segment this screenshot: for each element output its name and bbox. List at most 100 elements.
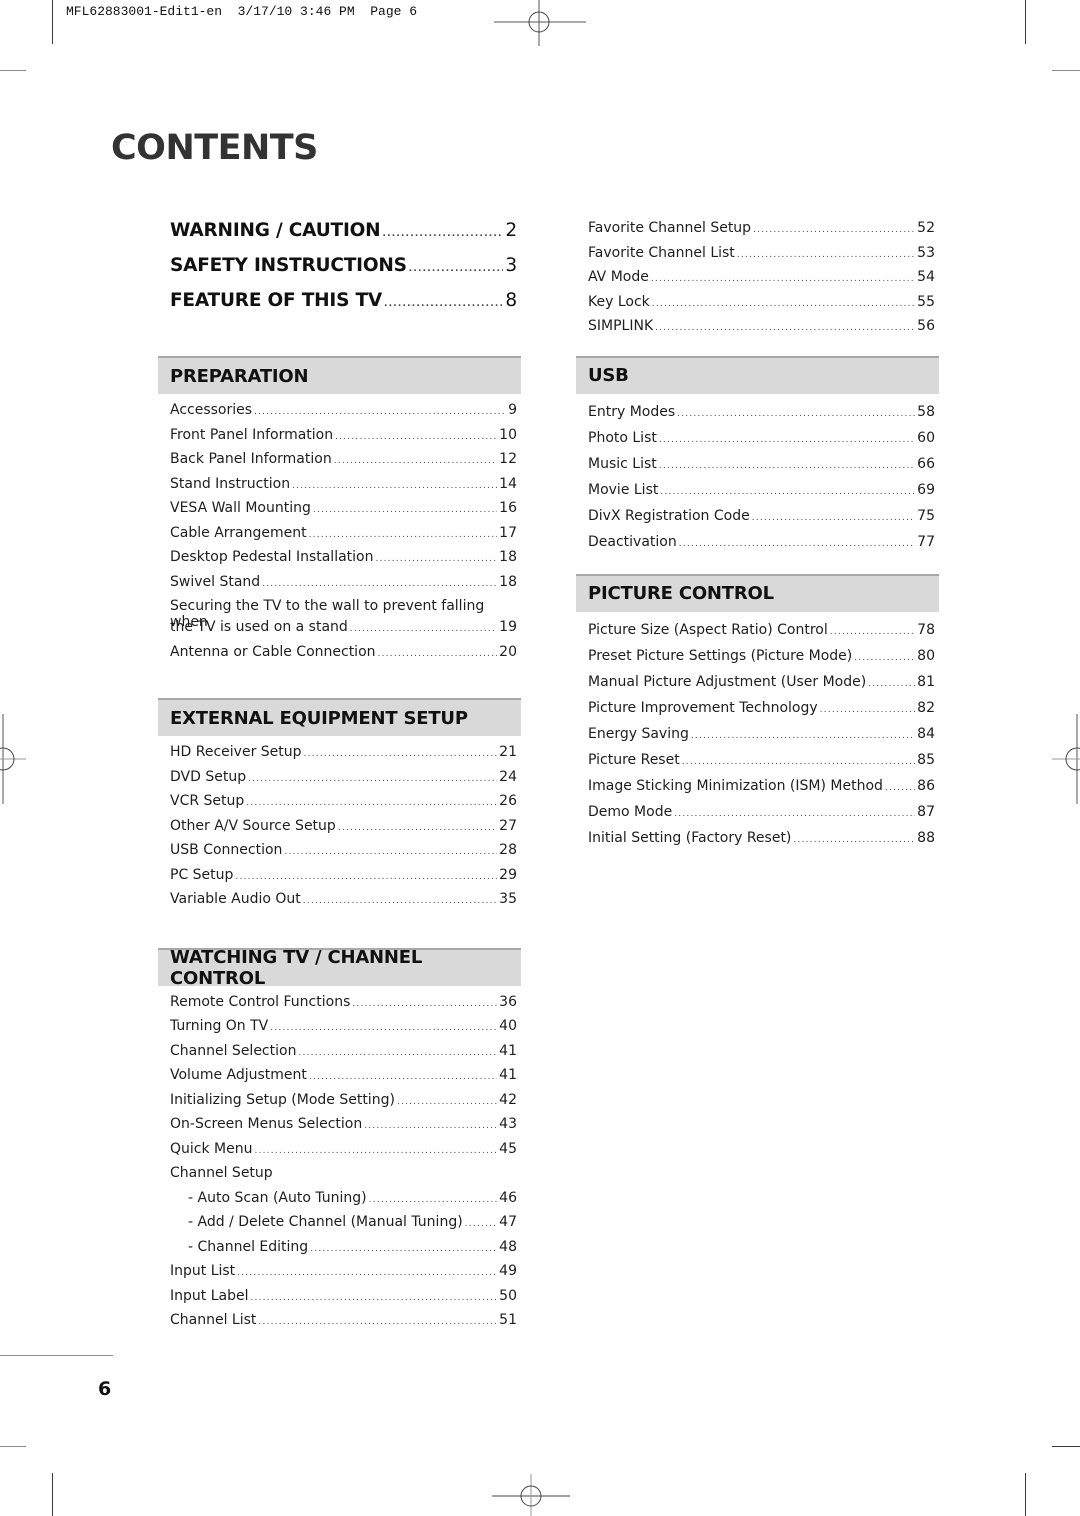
toc-entry[interactable]: DVD Setup 24 xyxy=(158,769,521,794)
toc-entry[interactable]: Accessories 9 xyxy=(158,402,521,427)
toc-entry[interactable]: Initializing Setup (Mode Setting) 42 xyxy=(158,1092,521,1117)
dot-leader xyxy=(793,836,915,845)
toc-entry[interactable]: Securing the TV to the wall to prevent f… xyxy=(158,598,521,644)
toc-entry[interactable]: Channel List 51 xyxy=(158,1312,521,1337)
entry-label: WARNING / CAUTION xyxy=(170,220,381,241)
toc-entry[interactable]: Swivel Stand 18 xyxy=(158,574,521,599)
toc-entry[interactable]: Music List 66 xyxy=(576,456,939,482)
section-list-preparation: Accessories 9 Front Panel Information 10 B… xyxy=(158,402,521,668)
toc-entry[interactable]: Entry Modes 58 xyxy=(576,404,939,430)
page-ref: 47 xyxy=(499,1214,517,1230)
toc-entry[interactable]: AV Mode 54 xyxy=(576,269,939,294)
entry-label: Picture Size (Aspect Ratio) Control xyxy=(588,621,828,638)
entry-label: Favorite Channel Setup xyxy=(588,220,752,236)
dot-leader xyxy=(309,531,498,540)
section-heading-watching-tv: WATCHING TV / CHANNEL CONTROL xyxy=(158,947,521,989)
entry-label: On-Screen Menus Selection xyxy=(170,1116,363,1132)
dot-leader xyxy=(397,1098,497,1107)
toc-entry[interactable]: Turning On TV 40 xyxy=(158,1018,521,1043)
toc-entry[interactable]: Antenna or Cable Connection 20 xyxy=(158,644,521,669)
toc-entry[interactable]: - Auto Scan (Auto Tuning) 46 xyxy=(158,1190,521,1215)
crop-mark xyxy=(1025,0,1026,44)
dot-leader xyxy=(659,462,915,471)
page-ref: 56 xyxy=(917,318,935,334)
toc-entry[interactable]: Cable Arrangement 17 xyxy=(158,525,521,550)
page-ref: 9 xyxy=(508,402,517,418)
dot-leader xyxy=(292,482,497,491)
toc-entry[interactable]: Preset Picture Settings (Picture Mode) 80 xyxy=(576,648,939,674)
toc-entry[interactable]: Photo List 60 xyxy=(576,430,939,456)
dot-leader xyxy=(674,810,915,819)
toc-entry[interactable]: Picture Reset 85 xyxy=(576,752,939,778)
toc-entry[interactable]: Initial Setting (Factory Reset) 88 xyxy=(576,830,939,856)
toc-entry-warning[interactable]: WARNING / CAUTION 2 xyxy=(158,220,521,255)
page-ref: 42 xyxy=(499,1091,517,1108)
toc-entry[interactable]: Desktop Pedestal Installation 18 xyxy=(158,549,521,574)
entry-label: Accessories xyxy=(170,402,253,418)
crop-mark xyxy=(1025,1473,1026,1516)
toc-entry[interactable]: Stand Instruction 14 xyxy=(158,476,521,501)
page-ref: 58 xyxy=(917,403,935,420)
entry-label: VCR Setup xyxy=(170,793,245,809)
toc-entry[interactable]: VCR Setup 26 xyxy=(158,793,521,818)
toc-entry[interactable]: USB Connection 28 xyxy=(158,842,521,867)
toc-entry[interactable]: VESA Wall Mounting 16 xyxy=(158,500,521,525)
toc-entry[interactable]: Input List 49 xyxy=(158,1263,521,1288)
toc-entry[interactable]: Back Panel Information 12 xyxy=(158,451,521,476)
page-ref: 77 xyxy=(917,533,935,550)
page-ref: 36 xyxy=(499,993,517,1010)
section-heading-preparation: PREPARATION xyxy=(158,356,521,394)
toc-entry[interactable]: Picture Size (Aspect Ratio) Control 78 xyxy=(576,622,939,648)
page-ref: 78 xyxy=(917,621,935,638)
toc-entry-feature[interactable]: FEATURE OF THIS TV 8 xyxy=(158,290,521,325)
entry-label: Picture Improvement Technology xyxy=(588,699,818,716)
toc-entry[interactable]: Manual Picture Adjustment (User Mode) 81 xyxy=(576,674,939,700)
toc-entry[interactable]: Deactivation 77 xyxy=(576,534,939,560)
entry-label: Channel List xyxy=(170,1312,257,1328)
toc-entry[interactable]: Other A/V Source Setup 27 xyxy=(158,818,521,843)
entry-label: Manual Picture Adjustment (User Mode) xyxy=(588,673,867,690)
toc-entry[interactable]: - Add / Delete Channel (Manual Tuning) 47 xyxy=(158,1214,521,1239)
toc-entry[interactable]: SIMPLINK 56 xyxy=(576,318,939,343)
page-ref: 26 xyxy=(499,793,517,809)
crop-mark xyxy=(1052,70,1080,71)
page-ref: 50 xyxy=(499,1287,517,1304)
page-ref: 75 xyxy=(917,507,935,524)
toc-entry[interactable]: Front Panel Information 10 xyxy=(158,427,521,452)
toc-entry[interactable]: Energy Saving 84 xyxy=(576,726,939,752)
toc-entry[interactable]: Input Label 50 xyxy=(158,1288,521,1313)
page-ref: 27 xyxy=(499,817,517,834)
toc-entry[interactable]: Favorite Channel List 53 xyxy=(576,245,939,270)
toc-entry[interactable]: Remote Control Functions 36 xyxy=(158,994,521,1019)
toc-entry[interactable]: Volume Adjustment 41 xyxy=(158,1067,521,1092)
toc-entry[interactable]: Quick Menu 45 xyxy=(158,1141,521,1166)
toc-entry[interactable]: DivX Registration Code 75 xyxy=(576,508,939,534)
crop-mark xyxy=(1052,1446,1080,1447)
dot-leader xyxy=(338,824,497,833)
toc-entry[interactable]: PC Setup 29 xyxy=(158,867,521,892)
toc-entry[interactable]: Picture Improvement Technology 82 xyxy=(576,700,939,726)
dot-leader xyxy=(310,1245,497,1254)
entry-label: DivX Registration Code xyxy=(588,507,750,524)
toc-entry[interactable]: Movie List 69 xyxy=(576,482,939,508)
toc-entry[interactable]: Demo Mode 87 xyxy=(576,804,939,830)
toc-entry-safety[interactable]: SAFETY INSTRUCTIONS 3 xyxy=(158,255,521,290)
toc-entry[interactable]: On-Screen Menus Selection 43 xyxy=(158,1116,521,1141)
crop-mark xyxy=(0,70,26,71)
page-ref: 16 xyxy=(499,500,517,516)
toc-entry[interactable]: - Channel Editing 48 xyxy=(158,1239,521,1264)
page-ref: 45 xyxy=(499,1140,517,1157)
dot-leader xyxy=(737,251,915,260)
toc-entry[interactable]: Channel Selection 41 xyxy=(158,1043,521,1068)
page-number: 6 xyxy=(98,1378,112,1400)
toc-entry[interactable]: Image Sticking Minimization (ISM) Method… xyxy=(576,778,939,804)
toc-entry[interactable]: HD Receiver Setup 21 xyxy=(158,744,521,769)
toc-entry[interactable]: Favorite Channel Setup 52 xyxy=(576,220,939,245)
page-ref: 80 xyxy=(917,647,935,664)
dot-leader xyxy=(313,506,497,515)
entry-label: Stand Instruction xyxy=(170,475,291,492)
toc-entry[interactable]: Key Lock 55 xyxy=(576,294,939,319)
entry-label: the TV is used on a stand xyxy=(170,619,348,635)
page-ref: 3 xyxy=(505,255,517,276)
toc-entry[interactable]: Variable Audio Out 35 xyxy=(158,891,521,916)
